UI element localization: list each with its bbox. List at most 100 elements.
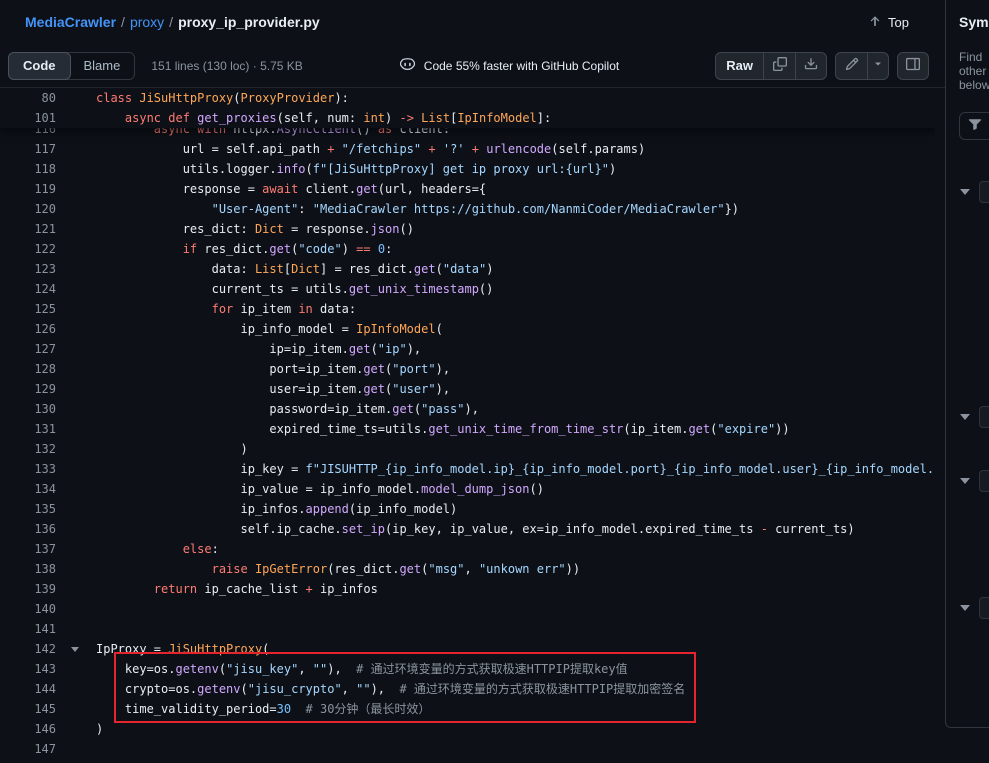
line-number[interactable]: 128	[0, 359, 56, 379]
line-number[interactable]: 138	[0, 559, 56, 579]
tab-blame[interactable]: Blame	[70, 53, 135, 79]
breadcrumb-bar: MediaCrawler / proxy / proxy_ip_provider…	[0, 0, 945, 44]
code-line: 137 else:	[0, 539, 935, 559]
back-to-top-button[interactable]: Top	[862, 10, 915, 35]
line-number[interactable]: 143	[0, 659, 56, 679]
code-text: user=ip_item.get("user"),	[96, 379, 450, 399]
symbol-name-chip[interactable]	[979, 406, 989, 428]
line-number[interactable]: 133	[0, 459, 56, 479]
line-number[interactable]: 123	[0, 259, 56, 279]
fold-gutter	[56, 419, 96, 439]
line-number[interactable]: 145	[0, 699, 56, 719]
fold-gutter	[56, 539, 96, 559]
line-number[interactable]: 122	[0, 239, 56, 259]
code-blame-switch: Code Blame	[8, 52, 135, 80]
line-number[interactable]: 144	[0, 679, 56, 699]
edit-file-button[interactable]	[835, 52, 867, 80]
line-number[interactable]: 134	[0, 479, 56, 499]
chevron-down-icon[interactable]	[960, 478, 970, 484]
copy-icon	[773, 57, 787, 74]
fold-gutter	[56, 159, 96, 179]
line-number[interactable]: 132	[0, 439, 56, 459]
line-number[interactable]: 124	[0, 279, 56, 299]
copilot-banner[interactable]: Code 55% faster with GitHub Copilot	[399, 56, 619, 76]
symbols-description-line: other	[959, 64, 989, 78]
download-icon	[804, 57, 818, 74]
code-text: password=ip_item.get("pass"),	[96, 399, 479, 419]
code-text: self.ip_cache.set_ip(ip_key, ip_value, e…	[96, 519, 855, 539]
symbol-name-chip[interactable]	[979, 181, 989, 203]
toolbar-center: Code 55% faster with GitHub Copilot	[303, 56, 715, 76]
code-text: raise IpGetError(res_dict.get("msg", "un…	[96, 559, 580, 579]
code-text: class JiSuHttpProxy(ProxyProvider):	[96, 88, 349, 108]
download-raw-button[interactable]	[795, 52, 827, 80]
line-number[interactable]: 137	[0, 539, 56, 559]
fold-gutter	[56, 239, 96, 259]
line-number[interactable]: 121	[0, 219, 56, 239]
fold-gutter	[56, 108, 96, 128]
fold-caret-icon[interactable]	[71, 647, 79, 652]
code-line: 136 self.ip_cache.set_ip(ip_key, ip_valu…	[0, 519, 935, 539]
line-number[interactable]: 141	[0, 619, 56, 639]
code-text: ip=ip_item.get("ip"),	[96, 339, 421, 359]
code-text: ip_infos.append(ip_info_model)	[96, 499, 457, 519]
tab-code[interactable]: Code	[8, 52, 71, 80]
fold-gutter	[56, 359, 96, 379]
code-line: 117 url = self.api_path + "/fetchips" + …	[0, 139, 935, 159]
breadcrumb-repo-link[interactable]: MediaCrawler	[25, 14, 116, 30]
breadcrumb-file-name: proxy_ip_provider.py	[178, 14, 320, 30]
code-line: 101 async def get_proxies(self, num: int…	[0, 108, 935, 128]
code-line: 140	[0, 599, 935, 619]
line-number[interactable]: 126	[0, 319, 56, 339]
github-file-view: MediaCrawler / proxy / proxy_ip_provider…	[0, 0, 989, 763]
chevron-down-icon[interactable]	[960, 189, 970, 195]
symbol-tree-row	[946, 478, 989, 500]
pencil-icon	[845, 57, 859, 74]
raw-button[interactable]: Raw	[715, 52, 763, 80]
line-number[interactable]: 117	[0, 139, 56, 159]
line-number[interactable]: 135	[0, 499, 56, 519]
line-number[interactable]: 119	[0, 179, 56, 199]
file-toolbar: Code Blame 151 lines (130 loc) · 5.75 KB…	[0, 44, 945, 88]
line-number[interactable]: 136	[0, 519, 56, 539]
line-number[interactable]: 139	[0, 579, 56, 599]
symbol-name-chip[interactable]	[979, 470, 989, 492]
back-to-top-label: Top	[888, 15, 909, 30]
code-line: 118 utils.logger.info(f"[JiSuHttpProxy] …	[0, 159, 935, 179]
line-number[interactable]: 147	[0, 739, 56, 759]
line-number[interactable]: 80	[0, 88, 56, 108]
fold-gutter	[56, 319, 96, 339]
line-number[interactable]: 140	[0, 599, 56, 619]
copy-raw-button[interactable]	[763, 52, 795, 80]
code-line: 124 current_ts = utils.get_unix_timestam…	[0, 279, 935, 299]
chevron-down-icon	[872, 58, 884, 73]
edit-options-dropdown[interactable]	[867, 52, 889, 80]
breadcrumb: MediaCrawler / proxy / proxy_ip_provider…	[25, 14, 320, 30]
symbols-panel-toggle-button[interactable]	[897, 52, 929, 80]
line-number[interactable]: 101	[0, 108, 56, 128]
code-line: 128 port=ip_item.get("port"),	[0, 359, 935, 379]
line-number[interactable]: 142	[0, 639, 56, 659]
code-viewer: 116 async with httpx.AsyncClient() as cl…	[0, 88, 935, 763]
line-number[interactable]: 130	[0, 399, 56, 419]
code-line: 119 response = await client.get(url, hea…	[0, 179, 935, 199]
line-number[interactable]: 118	[0, 159, 56, 179]
fold-gutter	[56, 339, 96, 359]
line-number[interactable]: 120	[0, 199, 56, 219]
chevron-down-icon[interactable]	[960, 605, 970, 611]
line-number[interactable]: 131	[0, 419, 56, 439]
fold-gutter	[56, 559, 96, 579]
breadcrumb-folder-link[interactable]: proxy	[130, 14, 164, 30]
filter-symbols-input[interactable]	[959, 112, 989, 140]
arrow-up-icon	[868, 14, 882, 31]
line-number[interactable]: 129	[0, 379, 56, 399]
chevron-down-icon[interactable]	[960, 414, 970, 420]
line-number[interactable]: 146	[0, 719, 56, 739]
symbol-name-chip[interactable]	[979, 597, 989, 619]
line-number[interactable]: 127	[0, 339, 56, 359]
line-number[interactable]: 125	[0, 299, 56, 319]
fold-gutter	[56, 699, 96, 719]
side-panel-icon	[906, 57, 920, 74]
code-text: data: List[Dict] = res_dict.get("data")	[96, 259, 493, 279]
code-text: time_validity_period=30 # 30分钟（最长时效）	[96, 699, 430, 719]
